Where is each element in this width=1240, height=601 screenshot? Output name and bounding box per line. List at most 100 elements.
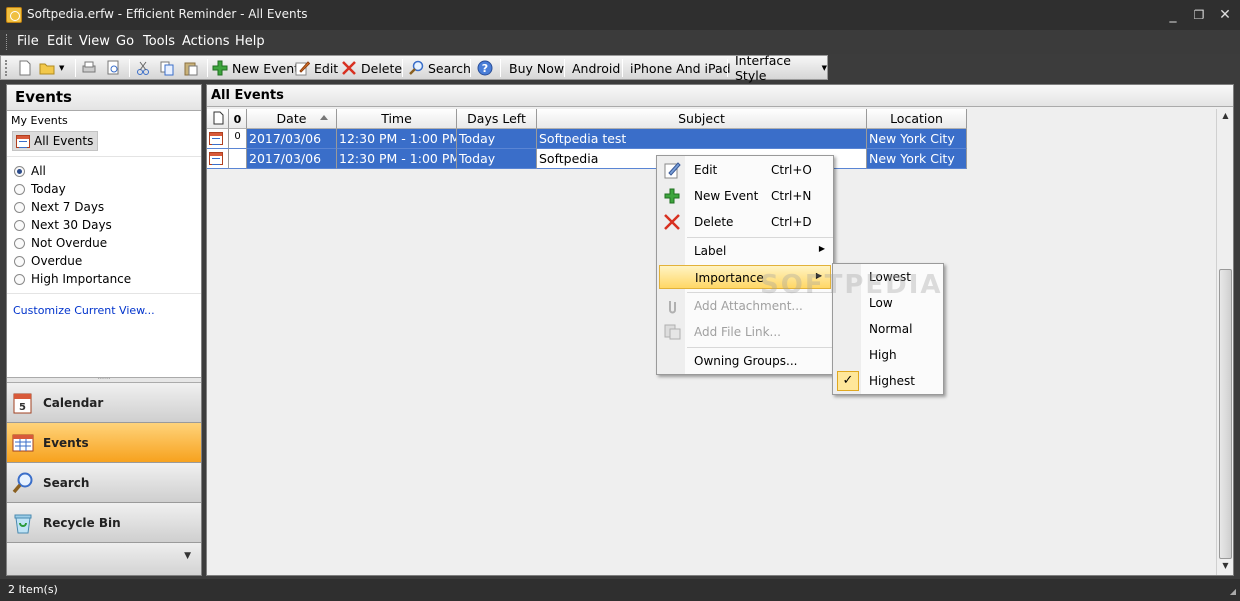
dropdown-arrow-icon: ▼	[59, 64, 65, 72]
document-icon	[213, 111, 223, 125]
cut-button[interactable]	[135, 58, 151, 78]
column-header-days-left[interactable]: Days Left	[457, 109, 537, 129]
buy-now-button[interactable]: Buy Now	[509, 58, 564, 78]
new-event-button[interactable]: New Event	[212, 58, 299, 78]
radio-button[interactable]	[14, 273, 25, 285]
new-file-button[interactable]	[17, 58, 33, 78]
interface-style-dropdown[interactable]: Interface Style ▼	[735, 53, 827, 83]
delete-button[interactable]: Delete	[341, 58, 402, 78]
filter-overdue[interactable]: Overdue	[7, 252, 201, 270]
print-icon	[81, 60, 97, 76]
importance-high[interactable]: High	[833, 342, 943, 368]
menu-view[interactable]: View	[79, 34, 110, 49]
context-delete[interactable]: Delete Ctrl+D	[657, 210, 833, 234]
toolbar-grip[interactable]	[5, 60, 8, 76]
vertical-scrollbar[interactable]: ▲ ▼	[1216, 109, 1233, 575]
print-preview-button[interactable]	[105, 58, 121, 78]
event-icon	[209, 152, 223, 165]
nav-calendar[interactable]: 5 Calendar	[7, 383, 201, 423]
importance-normal[interactable]: Normal	[833, 316, 943, 342]
days-left-cell: Today	[457, 129, 537, 149]
scroll-up-icon[interactable]: ▲	[1217, 111, 1234, 120]
menu-tools[interactable]: Tools	[143, 34, 175, 49]
filter-next-30-days[interactable]: Next 30 Days	[7, 216, 201, 234]
filter-label: Overdue	[31, 254, 83, 268]
menu-go[interactable]: Go	[116, 34, 134, 49]
resize-grip-icon[interactable]: ◢	[1230, 587, 1236, 596]
events-icon	[11, 431, 35, 455]
table-row[interactable]: 2017/03/06 12:30 PM - 1:00 PM Today Soft…	[207, 149, 967, 169]
nav-search[interactable]: Search	[7, 463, 201, 503]
menu-file[interactable]: File	[17, 34, 39, 49]
context-edit[interactable]: Edit Ctrl+O	[657, 158, 833, 182]
event-icon	[209, 132, 223, 145]
svg-text:5: 5	[19, 402, 26, 413]
minimize-button[interactable]: _	[1160, 5, 1186, 25]
attachment-cell: 0	[229, 129, 247, 149]
time-cell: 12:30 PM - 1:00 PM	[337, 129, 457, 149]
filter-today[interactable]: Today	[7, 180, 201, 198]
filter-next-7-days[interactable]: Next 7 Days	[7, 198, 201, 216]
svg-text:?: ?	[482, 62, 488, 75]
context-label[interactable]: Label ▶	[657, 239, 833, 263]
column-header-time[interactable]: Time	[337, 109, 457, 129]
paste-icon	[183, 60, 199, 76]
paste-button[interactable]	[183, 58, 199, 78]
filter-high-importance[interactable]: High Importance	[7, 270, 201, 288]
column-header-type[interactable]	[207, 109, 229, 129]
context-owning-groups[interactable]: Owning Groups...	[657, 349, 833, 373]
nav-events[interactable]: Events	[7, 423, 201, 463]
delete-x-icon	[341, 60, 357, 76]
open-file-button[interactable]: ▼	[39, 58, 64, 78]
column-header-attachment[interactable]: 0	[229, 109, 247, 129]
close-button[interactable]: ✕	[1212, 5, 1238, 25]
search-button[interactable]: Search	[408, 58, 471, 78]
column-header-subject[interactable]: Subject	[537, 109, 867, 129]
radio-button[interactable]	[14, 255, 25, 267]
radio-button[interactable]	[14, 219, 25, 231]
filter-not-overdue[interactable]: Not Overdue	[7, 234, 201, 252]
menu-actions[interactable]: Actions	[182, 34, 230, 49]
customize-view-link[interactable]: Customize Current View...	[7, 304, 201, 317]
scroll-down-icon[interactable]: ▼	[1217, 561, 1234, 570]
plus-icon	[212, 60, 228, 76]
menu-edit[interactable]: Edit	[47, 34, 72, 49]
toolbar-separator	[500, 59, 501, 77]
radio-button[interactable]	[14, 237, 25, 249]
edit-button[interactable]: Edit	[294, 58, 338, 78]
filter-all[interactable]: All	[7, 162, 201, 180]
all-events-view[interactable]: All Events	[12, 131, 98, 151]
column-header-date[interactable]: Date	[247, 109, 337, 129]
folder-icon	[39, 60, 55, 76]
android-button[interactable]: Android	[572, 58, 620, 78]
row-type-cell	[207, 129, 229, 149]
help-button[interactable]: ?	[477, 58, 493, 78]
delete-label: Delete	[361, 60, 403, 76]
context-new-event[interactable]: New Event Ctrl+N	[657, 184, 833, 208]
menu-help[interactable]: Help	[235, 34, 265, 49]
nav-events-label: Events	[43, 435, 89, 450]
radio-button[interactable]	[14, 201, 25, 213]
my-events-label: My Events	[11, 114, 68, 127]
nav-search-label: Search	[43, 475, 90, 490]
iphone-ipad-button[interactable]: iPhone And iPad	[630, 58, 731, 78]
column-header-location[interactable]: Location	[867, 109, 967, 129]
menu-bar: File Edit View Go Tools Actions Help	[0, 30, 1240, 54]
scrollbar-thumb[interactable]	[1219, 269, 1232, 559]
chevron-down-icon[interactable]: ▼	[184, 551, 191, 561]
context-add-file-link[interactable]: Add File Link...	[657, 320, 833, 344]
print-button[interactable]	[81, 58, 97, 78]
restore-button[interactable]: ❐	[1186, 5, 1212, 25]
menu-grip[interactable]	[6, 34, 9, 50]
importance-highest[interactable]: ✓ Highest	[833, 368, 943, 394]
paperclip-icon: 0	[233, 113, 242, 126]
app-icon	[6, 7, 22, 23]
toolbar: ▼ New Event Edit Delete Search ? Buy Now…	[0, 53, 828, 83]
table-row[interactable]: 0 2017/03/06 12:30 PM - 1:00 PM Today So…	[207, 129, 967, 149]
nav-recycle-bin-label: Recycle Bin	[43, 515, 121, 530]
nav-overflow-bar[interactable]: ▼	[7, 543, 201, 575]
radio-button[interactable]	[14, 165, 25, 177]
copy-button[interactable]	[159, 58, 175, 78]
radio-button[interactable]	[14, 183, 25, 195]
nav-recycle-bin[interactable]: Recycle Bin	[7, 503, 201, 543]
